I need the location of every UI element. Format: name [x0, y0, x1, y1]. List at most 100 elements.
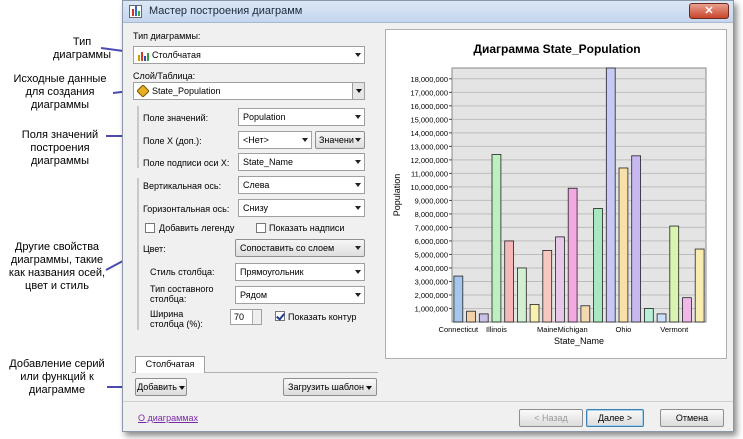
callout-source-data: Исходные данные для создания диаграммы [13, 73, 107, 111]
screenshot: Тип диаграммы Исходные данные для создан… [0, 0, 743, 439]
add-button[interactable]: Добавить [135, 378, 187, 396]
add-button-label: Добавить [137, 382, 177, 392]
chevron-down-icon [355, 183, 361, 187]
bar [605, 67, 616, 323]
title-bar[interactable]: Мастер построения диаграмм ✕ [123, 1, 733, 23]
multibar-type-select[interactable]: Рядом [235, 286, 365, 304]
x-field-sort-label: Значени [319, 135, 354, 145]
vertical-axis-select[interactable]: Слева [238, 176, 365, 194]
multibar-type-value: Рядом [240, 290, 268, 300]
y-tick-label: 12,000,000 [410, 156, 448, 165]
bar [694, 248, 705, 323]
chart-type-value: Столбчатая [152, 50, 201, 60]
chart-wizard-dialog: Мастер построения диаграмм ✕ Тип диаграм… [122, 0, 734, 432]
bar [567, 187, 578, 323]
layer-select[interactable]: State_Population [133, 82, 365, 100]
chevron-down-icon [352, 83, 364, 99]
spinner-arrows-icon[interactable] [252, 310, 261, 324]
x-field-value: <Нет> [243, 135, 269, 145]
color-label: Цвет: [143, 244, 166, 254]
value-field-select[interactable]: Population [238, 108, 365, 126]
add-legend-label: Добавить легенду [159, 223, 235, 233]
vertical-axis-label: Вертикальная ось: [143, 181, 222, 191]
close-button[interactable]: ✕ [689, 3, 729, 19]
chart-wizard-app-icon [129, 5, 142, 18]
callout-value-fields: Поля значений построения диаграммы [21, 129, 99, 167]
y-tick-label: 3,000,000 [415, 277, 448, 286]
about-charts-link[interactable]: О диаграммах [138, 413, 198, 423]
vertical-axis-value: Слева [243, 180, 270, 190]
horizontal-axis-select[interactable]: Снизу [238, 199, 365, 217]
tab-series-bar[interactable]: Столбчатая [135, 356, 205, 373]
y-tick-label: 15,000,000 [410, 115, 448, 124]
chart-type-select[interactable]: Столбчатая [133, 46, 365, 64]
load-template-button[interactable]: Загрузить шаблон [283, 378, 377, 396]
chart-svg: 1,000,000 2,000,000 3,000,000 4,000,000 5,00… [392, 67, 707, 346]
layer-value: State_Population [152, 86, 221, 96]
show-outline-label: Показать контур [288, 312, 357, 322]
bar-width-spinner[interactable]: 70 [230, 309, 262, 325]
bar [631, 155, 641, 323]
chevron-down-icon [355, 206, 361, 210]
chevron-down-icon [355, 160, 361, 164]
chevron-down-icon [178, 385, 185, 390]
bar [555, 236, 565, 323]
multibar-type-label: Тип составного столбца: [150, 284, 214, 304]
bar-style-label: Стиль столбца: [150, 267, 215, 277]
bar [669, 225, 680, 323]
bar [453, 275, 464, 323]
next-button[interactable]: Далее > [586, 409, 644, 427]
cancel-button[interactable]: Отмена [660, 409, 724, 427]
color-value: Сопоставить со слоем [240, 243, 335, 253]
horizontal-axis-value: Снизу [243, 203, 269, 213]
bar-width-label: Ширина столбца (%): [150, 309, 203, 329]
chevron-down-icon [355, 115, 361, 119]
y-tick-label: 14,000,000 [410, 129, 448, 138]
chevron-down-icon [355, 53, 361, 57]
bar [644, 308, 654, 323]
value-fields-group-border [137, 106, 139, 168]
bar [580, 305, 591, 323]
load-template-label: Загрузить шаблон [288, 382, 364, 392]
bar-width-value: 70 [234, 312, 245, 322]
callout-other-props: Другие свойства диаграммы, такие как наз… [8, 241, 106, 292]
footer-divider [123, 401, 733, 402]
y-tick-label: 4,000,000 [415, 264, 448, 273]
layer-label: Слой/Таблица: [133, 71, 196, 81]
y-tick-label: 10,000,000 [410, 183, 448, 192]
show-labels-checkbox[interactable] [256, 223, 266, 233]
y-tick-label: 11,000,000 [411, 169, 448, 178]
chevron-down-icon [365, 385, 372, 390]
x-field-label: Поле X (доп.): [143, 136, 202, 146]
x-field-sort-button[interactable]: Значени [315, 131, 365, 149]
x-tick-label: Ohio [616, 325, 632, 334]
add-legend-checkbox[interactable] [145, 223, 155, 233]
show-outline-checkbox[interactable] [275, 311, 285, 321]
bar-style-select[interactable]: Прямоугольник [235, 263, 365, 281]
back-button[interactable]: < Назад [519, 409, 583, 427]
y-tick-label: 18,000,000 [410, 75, 448, 84]
x-label-field-select[interactable]: State_Name [238, 153, 365, 171]
bar [618, 167, 629, 323]
bar [478, 313, 489, 323]
callout-chart-type: Тип диаграммы [53, 36, 111, 61]
layer-diamond-icon [136, 84, 150, 98]
x-field-select[interactable]: <Нет> [238, 131, 312, 149]
color-select[interactable]: Сопоставить со слоем [235, 239, 365, 257]
y-tick-label: 6,000,000 [415, 237, 448, 246]
bar [517, 267, 527, 323]
bar [682, 297, 692, 323]
y-tick-label: 5,000,000 [415, 250, 448, 259]
chart-preview: Диаграмма State_Population 1,000,000 2,00… [385, 29, 727, 359]
bar [504, 240, 514, 323]
x-axis-label: State_Name [554, 336, 604, 346]
y-axis-label: Population [392, 174, 402, 217]
other-props-group-border [137, 178, 139, 330]
bar [529, 304, 540, 323]
chevron-down-icon [355, 270, 361, 274]
bar [542, 249, 553, 323]
chevron-down-icon [302, 138, 308, 142]
show-labels-label: Показать надписи [269, 223, 345, 233]
x-tick-label: Vermont [660, 325, 689, 334]
bar [491, 154, 502, 323]
